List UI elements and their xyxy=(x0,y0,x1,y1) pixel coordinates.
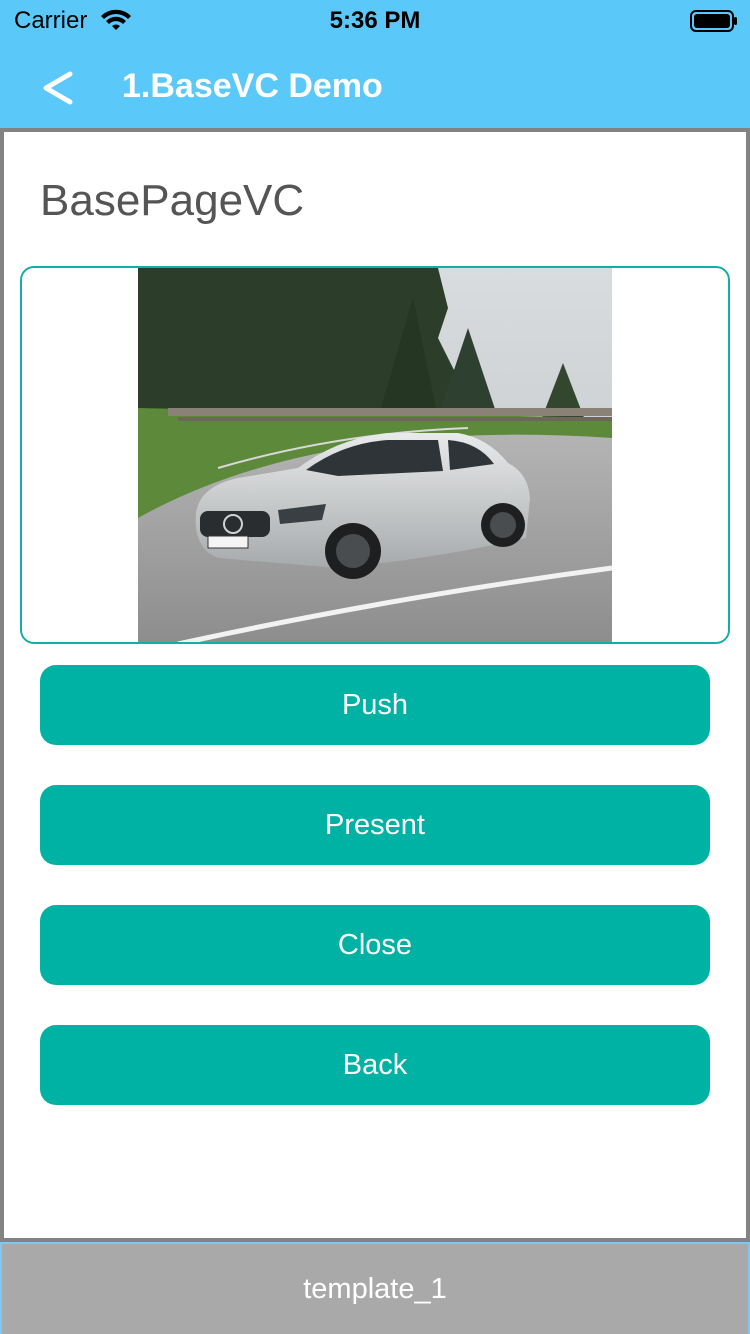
present-button[interactable]: Present xyxy=(40,785,710,865)
tab-template-1[interactable]: template_1 xyxy=(0,1242,750,1334)
push-button[interactable]: Push xyxy=(40,665,710,745)
clock: 5:36 PM xyxy=(329,7,421,34)
nav-title: 1.BaseVC Demo xyxy=(122,67,383,105)
status-bar: Carrier 5:36 PM xyxy=(0,0,750,40)
back-button[interactable]: Back xyxy=(40,1025,710,1105)
navigation-bar: 1.BaseVC Demo xyxy=(0,40,750,128)
chevron-left-icon[interactable] xyxy=(36,66,80,110)
battery-icon xyxy=(690,10,737,32)
page-title: BasePageVC xyxy=(40,176,305,225)
car-photo xyxy=(138,268,612,642)
close-button[interactable]: Close xyxy=(40,905,710,985)
content-area: BasePageVC Push Present Close Back xyxy=(0,128,750,1242)
image-frame xyxy=(20,266,730,644)
